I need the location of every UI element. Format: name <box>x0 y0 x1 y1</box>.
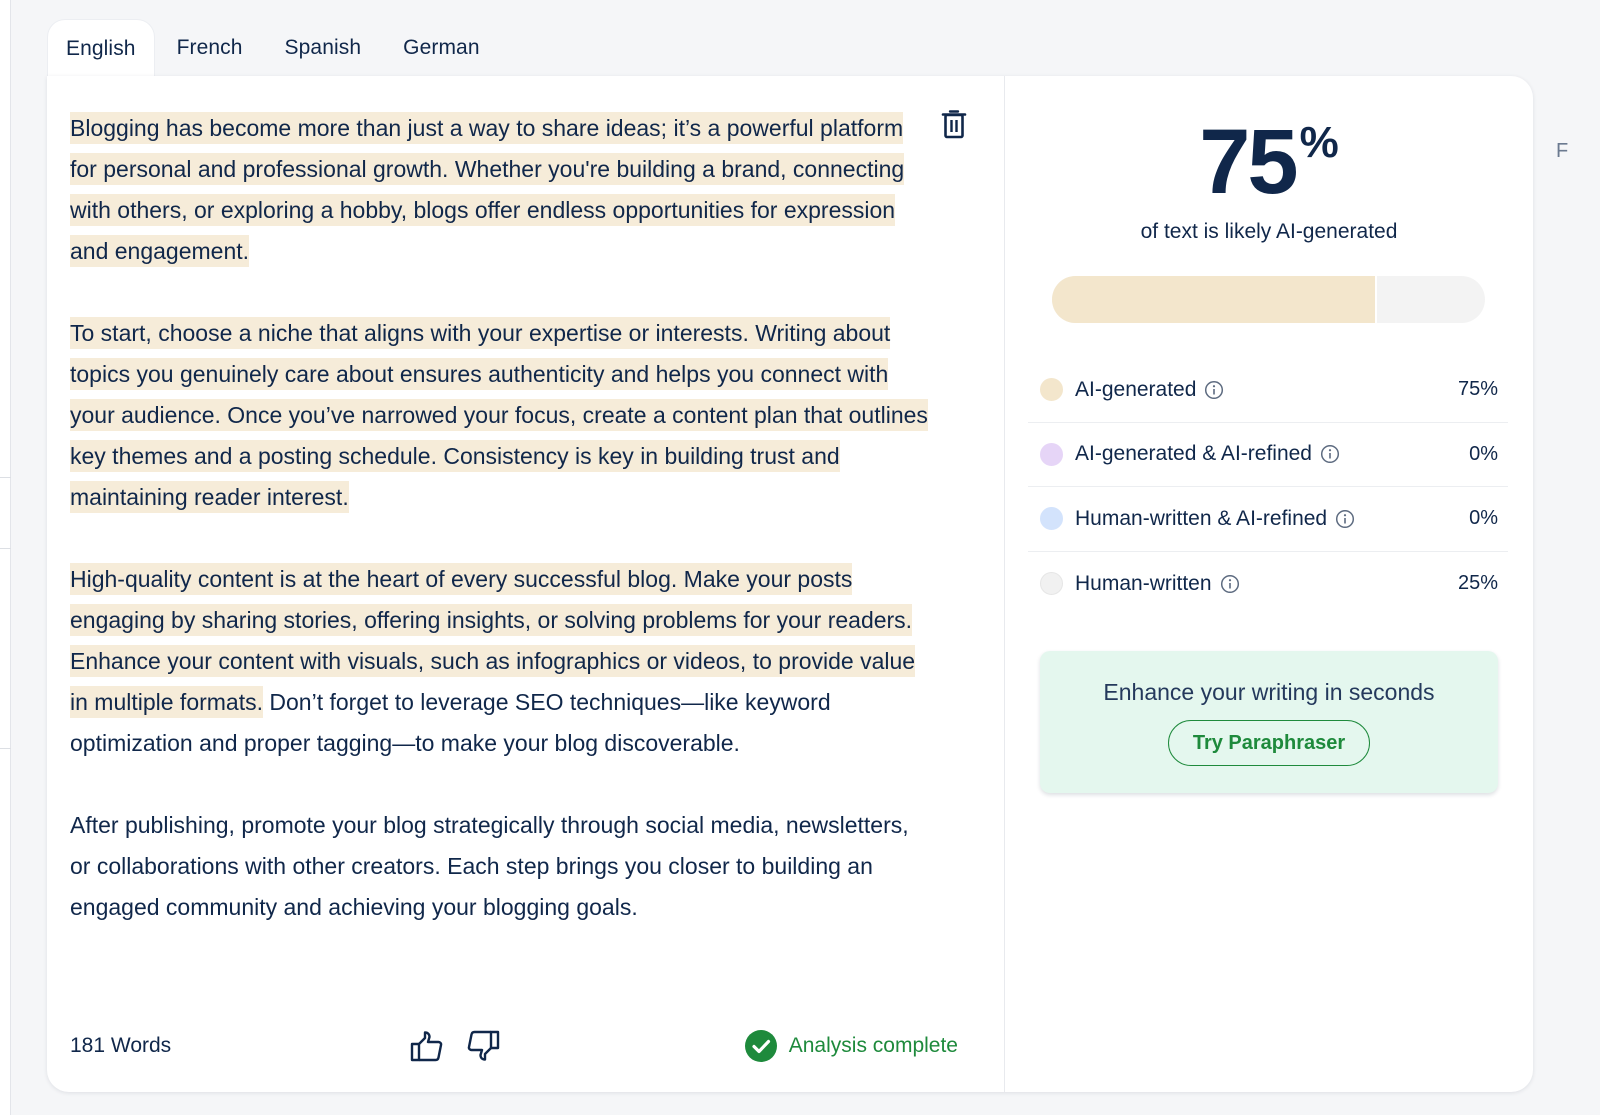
ai-score-bar-fill <box>1052 276 1377 323</box>
score-suffix: % <box>1299 118 1339 167</box>
legend-row-human-written-ai-refined: Human-written & AI-refined 0% <box>1028 487 1508 552</box>
ai-highlighted-text: To start, choose a niche that aligns wit… <box>70 317 928 513</box>
info-icon[interactable] <box>1204 380 1224 400</box>
text-editor-panel[interactable]: Blogging has become more than just a way… <box>47 76 1005 1092</box>
legend-dot <box>1040 378 1063 402</box>
paraphraser-promo: Enhance your writing in seconds Try Para… <box>1040 651 1498 793</box>
human-text: After publishing, promote your blog stra… <box>70 812 909 920</box>
legend-value: 25% <box>1457 572 1498 595</box>
score-caption: of text is likely AI-generated <box>1140 220 1398 243</box>
ai-score: 75% <box>1005 116 1533 208</box>
legend-label: AI-generated & AI-refined <box>1075 442 1312 466</box>
legend-value: 0% <box>1469 442 1498 465</box>
delete-text-button[interactable] <box>940 109 968 139</box>
legend-value: 0% <box>1469 507 1498 530</box>
tab-german[interactable]: German <box>383 19 499 77</box>
legend-value: 75% <box>1457 378 1498 401</box>
legend-label: Human-written <box>1075 571 1212 595</box>
legend-label: Human-written & AI-refined <box>1075 506 1328 530</box>
tab-english[interactable]: English <box>47 19 155 77</box>
ai-highlighted-text: Blogging has become more than just a way… <box>70 112 905 267</box>
ai-score-bar <box>1052 276 1485 323</box>
status-text: Analysis complete <box>788 1034 958 1057</box>
promo-title: Enhance your writing in seconds <box>1103 679 1435 705</box>
info-icon[interactable] <box>1335 509 1355 529</box>
legend-dot <box>1040 507 1063 531</box>
offscreen-label-fragment: F <box>1556 140 1569 162</box>
thumbs-down-icon[interactable] <box>466 1030 500 1062</box>
thumbs-up-icon[interactable] <box>410 1030 444 1062</box>
score-breakdown: AI-generated 75% AI-generated & AI-refin… <box>1028 358 1508 616</box>
try-paraphraser-button[interactable]: Try Paraphraser <box>1167 720 1371 766</box>
text-input-area[interactable]: Blogging has become more than just a way… <box>70 108 930 969</box>
tab-french[interactable]: French <box>157 19 263 77</box>
rail-divider <box>0 477 11 478</box>
trash-icon <box>941 110 967 139</box>
detector-card: Blogging has become more than just a way… <box>47 76 1533 1092</box>
language-tabs: English French Spanish German <box>47 19 500 77</box>
paragraph: High-quality content is at the heart of … <box>70 559 930 764</box>
legend-row-human-written: Human-written 25% <box>1028 552 1508 617</box>
paragraph: To start, choose a niche that aligns wit… <box>70 313 930 518</box>
legend-label: AI-generated <box>1075 377 1197 401</box>
tab-spanish[interactable]: Spanish <box>265 19 382 77</box>
score-value: 75 <box>1199 111 1298 213</box>
paragraph: After publishing, promote your blog stra… <box>70 805 930 928</box>
rail-divider <box>0 548 11 549</box>
rail-divider <box>0 748 11 749</box>
editor-footer: 181 Words Analysis complete <box>70 1026 958 1066</box>
paragraph: Blogging has become more than just a way… <box>70 108 930 272</box>
analysis-status: Analysis complete <box>744 1030 958 1062</box>
info-icon[interactable] <box>1220 574 1240 594</box>
feedback-buttons <box>410 1030 500 1062</box>
legend-row-ai-generated: AI-generated 75% <box>1028 358 1508 423</box>
info-icon[interactable] <box>1320 444 1340 464</box>
legend-dot <box>1040 572 1063 596</box>
legend-dot <box>1040 442 1063 466</box>
check-circle-icon <box>744 1030 777 1062</box>
results-panel: 75% of text is likely AI-generated AI-ge… <box>1005 76 1533 1092</box>
left-rail <box>0 0 11 1115</box>
legend-row-ai-generated-ai-refined: AI-generated & AI-refined 0% <box>1028 423 1508 487</box>
word-count: 181 Words <box>70 1034 172 1057</box>
